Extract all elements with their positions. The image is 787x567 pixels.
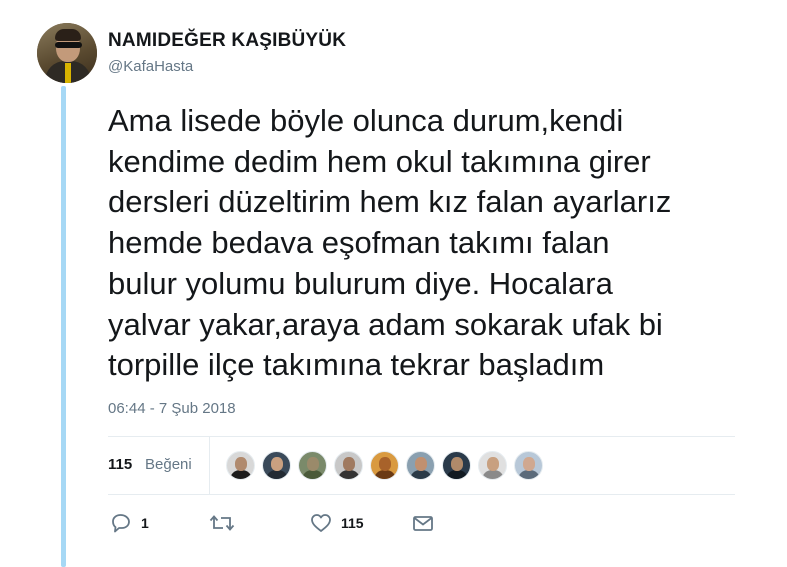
liker-avatar-3[interactable] <box>298 451 327 480</box>
timestamp[interactable]: 06:44 - 7 Şub 2018 <box>108 400 236 417</box>
likes-count[interactable]: 115 <box>108 456 132 473</box>
direct-message-button[interactable] <box>412 513 434 533</box>
username[interactable]: @KafaHasta <box>108 58 193 75</box>
reply-count: 1 <box>141 515 149 531</box>
envelope-icon <box>412 513 434 533</box>
display-name[interactable]: NAMIDEĞER KAŞIBÜYÜK <box>108 30 346 52</box>
retweet-icon <box>209 513 235 533</box>
avatar[interactable] <box>37 23 97 83</box>
tweet-text: Ama lisede böyle olunca durum,kendi kend… <box>108 103 672 383</box>
retweet-button[interactable] <box>209 513 244 533</box>
liker-avatar-9[interactable] <box>514 451 543 480</box>
reply-icon <box>110 513 132 533</box>
liker-avatar-4[interactable] <box>334 451 363 480</box>
liker-avatar-5[interactable] <box>370 451 399 480</box>
liker-avatar-2[interactable] <box>262 451 291 480</box>
like-count: 115 <box>341 515 364 531</box>
reply-button[interactable]: 1 <box>110 513 149 533</box>
likes-label[interactable]: Beğeni <box>145 456 192 473</box>
divider-top <box>108 436 735 437</box>
thread-connector-line <box>61 86 66 567</box>
heart-icon <box>310 513 332 533</box>
stats-divider <box>209 437 210 494</box>
like-button[interactable]: 115 <box>310 513 364 533</box>
divider-bottom <box>108 494 735 495</box>
liker-avatar-8[interactable] <box>478 451 507 480</box>
liker-avatar-1[interactable] <box>226 451 255 480</box>
liker-avatar-6[interactable] <box>406 451 435 480</box>
liker-avatar-7[interactable] <box>442 451 471 480</box>
